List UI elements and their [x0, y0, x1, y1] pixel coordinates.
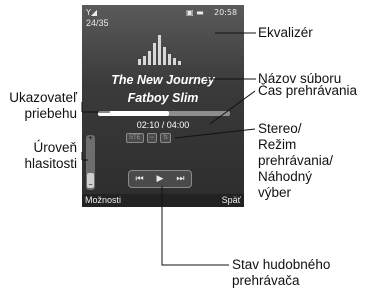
callout-play-time: Čas prehrávania — [258, 83, 358, 98]
callout-stereo-mode: Stereo/Režim prehrávania/Náhodný výber — [258, 121, 334, 200]
callout-progress-indicator: Ukazovateľ priebehu — [9, 90, 77, 121]
callout-player-status: Stav hudobného prehrávača — [232, 257, 331, 288]
callout-equalizer: Ekvalizér — [258, 25, 313, 40]
callout-volume-level: Úroveň hlasitosti — [24, 140, 77, 171]
